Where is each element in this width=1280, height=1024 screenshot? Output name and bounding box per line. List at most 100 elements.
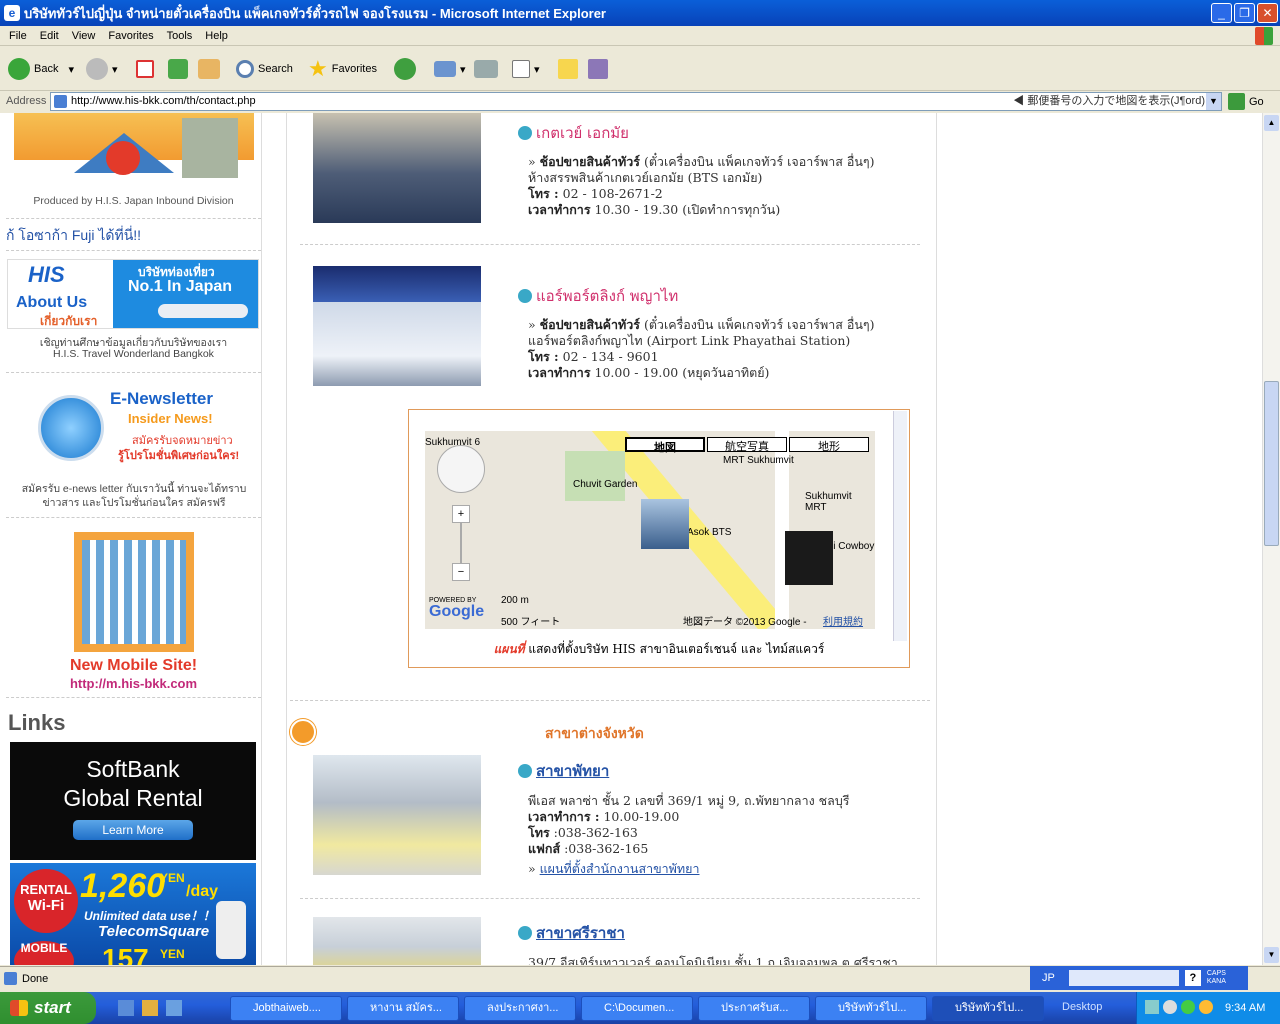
- fuji-link[interactable]: ก้ โอซาก้า Fuji ได้ที่นี่!!: [6, 219, 261, 251]
- home-button[interactable]: [198, 55, 224, 83]
- tray-icon-3[interactable]: [1181, 1000, 1195, 1014]
- scroll-down-button[interactable]: ▼: [1264, 947, 1279, 963]
- ime-hint: ◀ 郵便番号の入力で地図を表示(J¶ord): [1013, 95, 1205, 107]
- print-button[interactable]: [474, 55, 502, 83]
- park-area: [565, 451, 625, 501]
- zoom-out-button[interactable]: −: [452, 563, 470, 581]
- mail-button[interactable]: ▾: [434, 55, 466, 83]
- map-tab-terrain[interactable]: 地形: [789, 437, 869, 453]
- menu-view[interactable]: View: [72, 30, 96, 42]
- pattaya-link[interactable]: สาขาพัทยา: [536, 762, 609, 780]
- task-word-doc[interactable]: ประกาศรับส...: [698, 996, 810, 1021]
- qr-code-icon[interactable]: [74, 532, 194, 652]
- edit-button[interactable]: ▾: [512, 55, 540, 83]
- mobile-title[interactable]: New Mobile Site!: [6, 657, 261, 675]
- address-bar: Address http://www.his-bkk.com/th/contac…: [0, 91, 1280, 113]
- tray-icon-1[interactable]: [1145, 1000, 1159, 1014]
- desktop-toolbar[interactable]: Desktop: [1062, 1001, 1102, 1013]
- menu-tools[interactable]: Tools: [167, 30, 193, 42]
- language-bar[interactable]: JP ? CAPS KANA: [1030, 966, 1248, 990]
- note-icon: [558, 59, 578, 79]
- softbank-banner[interactable]: SoftBank Global Rental Learn More: [10, 742, 256, 860]
- content-left-rule: [286, 113, 287, 965]
- sriracha-link[interactable]: สาขาศรีราชา: [536, 924, 625, 942]
- wifi-rental-banner[interactable]: RENTAL Wi-Fi 1,260 YEN /day Unlimited da…: [10, 863, 256, 965]
- pattaya-map-link[interactable]: แผนที่ตั้งสำนักงานสาขาพัทยา: [540, 861, 700, 876]
- forward-arrow-icon: [86, 58, 108, 80]
- mail-icon: [434, 61, 456, 77]
- learn-more-button[interactable]: Learn More: [73, 820, 193, 840]
- menu-edit[interactable]: Edit: [40, 30, 59, 42]
- help-icon: ?: [1184, 970, 1201, 986]
- branch-pattaya: สาขาพัทยา พีเอส พลาซ่า ชั้น 2 เลขที่ 369…: [518, 759, 928, 877]
- scroll-up-button[interactable]: ▲: [1264, 115, 1279, 131]
- zoom-slider[interactable]: [460, 523, 462, 563]
- pattaya-photo: [313, 755, 481, 875]
- minimize-button[interactable]: _: [1211, 3, 1232, 23]
- his-logo: HIS: [28, 262, 65, 287]
- go-button[interactable]: Go: [1228, 93, 1264, 110]
- tray-icon-4[interactable]: [1199, 1000, 1213, 1014]
- history-button[interactable]: [394, 55, 420, 83]
- quicklaunch-messenger-icon[interactable]: [142, 1000, 158, 1016]
- zoom-in-button[interactable]: +: [452, 505, 470, 523]
- map-terms-link[interactable]: 利用規約: [823, 613, 863, 628]
- refresh-icon: [168, 59, 188, 79]
- go-arrow-icon: [1228, 93, 1245, 110]
- task-post-job[interactable]: ลงประกาศงา...: [464, 996, 576, 1021]
- provincial-heading: สาขาต่างจังหวัด: [545, 726, 644, 742]
- forward-button[interactable]: ▾: [86, 55, 118, 83]
- about-banner[interactable]: HIS บริษัทท่องเที่ยว No.1 In Japan About…: [7, 259, 259, 329]
- back-button[interactable]: Back ▾: [8, 55, 74, 83]
- clock[interactable]: 9:34 AM: [1225, 1002, 1265, 1014]
- menu-help[interactable]: Help: [205, 30, 228, 42]
- mail-globe-icon[interactable]: [38, 395, 104, 461]
- task-ie-1[interactable]: บริษัททัวร์ไป...: [815, 996, 927, 1021]
- his-marker-1[interactable]: [641, 499, 689, 549]
- google-map[interactable]: Sukhumvit 6 Chuvit Garden MRT Sukhumvit …: [425, 431, 875, 629]
- favorites-button[interactable]: ★ Favorites: [308, 55, 377, 83]
- tray-icon-2[interactable]: [1163, 1000, 1177, 1014]
- research-button[interactable]: [588, 55, 612, 83]
- status-text: Done: [22, 972, 49, 985]
- shop-link[interactable]: ช้อปขายสินค้าทัวร์: [540, 317, 640, 332]
- task-jobthai[interactable]: Jobthaiweb....: [230, 996, 342, 1021]
- branch-ekkamai: เกตเวย์ เอกมัย » ช้อปขายสินค้าทัวร์ (ตั๋…: [518, 121, 918, 218]
- castle-icon: [182, 118, 238, 178]
- ie-icon: e: [4, 5, 20, 21]
- pan-control[interactable]: [437, 445, 485, 493]
- discuss-button[interactable]: [558, 55, 582, 83]
- menu-favorites[interactable]: Favorites: [108, 30, 153, 42]
- web-page: Produced by H.I.S. Japan Inbound Divisio…: [0, 113, 1262, 965]
- page-scrollbar[interactable]: ▲ ▼: [1262, 113, 1280, 965]
- address-dropdown[interactable]: ▼: [1206, 93, 1221, 110]
- map-caption: แผนที่ แสดงที่ตั้งบริษัท HIS สาขาอินเตอร…: [493, 642, 825, 656]
- refresh-button[interactable]: [168, 55, 192, 83]
- maximize-button[interactable]: ❐: [1234, 3, 1255, 23]
- map-tab-map[interactable]: 地図: [625, 437, 705, 454]
- system-tray: 9:34 AM: [1136, 992, 1280, 1024]
- task-hangan[interactable]: หางาน สมัคร...: [347, 996, 459, 1021]
- task-ie-active[interactable]: บริษัททัวร์ไป...: [932, 996, 1044, 1021]
- quicklaunch-desktop-icon[interactable]: [118, 1000, 134, 1016]
- newsletter-title[interactable]: E-Newsletter: [110, 389, 213, 409]
- search-button[interactable]: Search: [236, 55, 293, 83]
- start-button[interactable]: start: [0, 992, 96, 1024]
- task-explorer[interactable]: C:\Documen...: [581, 996, 693, 1021]
- mobile-url[interactable]: http://m.his-bkk.com: [6, 676, 261, 691]
- stop-button[interactable]: [136, 55, 158, 83]
- map-tab-satellite[interactable]: 航空写真: [707, 437, 787, 453]
- shop-link[interactable]: ช้อปขายสินค้าทัวร์: [540, 154, 640, 169]
- branch-phayathai-photo: [313, 266, 481, 386]
- branch-phayathai: แอร์พอร์ตลิงก์ พญาไท » ช้อปขายสินค้าทัวร…: [518, 284, 918, 381]
- japan-banner-image[interactable]: [14, 113, 254, 191]
- his-marker-2[interactable]: [785, 531, 833, 585]
- address-input[interactable]: http://www.his-bkk.com/th/contact.php ◀ …: [50, 92, 1222, 111]
- menu-file[interactable]: File: [9, 30, 27, 42]
- close-button[interactable]: ✕: [1257, 3, 1278, 23]
- quicklaunch-app-icon[interactable]: [166, 1000, 182, 1016]
- back-arrow-icon: [8, 58, 30, 80]
- scroll-thumb[interactable]: [1264, 381, 1279, 546]
- map-scrollbar[interactable]: [893, 411, 907, 641]
- status-bar: Done JP ? CAPS KANA: [0, 966, 1280, 990]
